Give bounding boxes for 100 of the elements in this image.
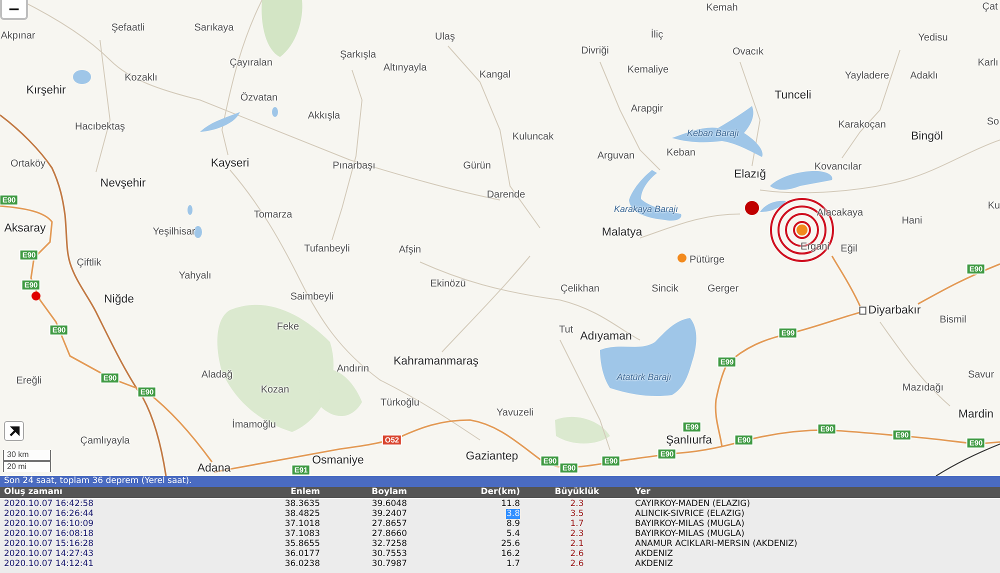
lake	[194, 226, 202, 238]
place-label: Feke	[276, 322, 300, 332]
place-label: Şanlıurfa	[666, 434, 712, 448]
place-label: Ekinözü	[430, 278, 466, 290]
table-cell: 36.0238	[284, 559, 320, 569]
place-label: So	[986, 116, 1000, 128]
event-time-link[interactable]: 2020.10.07 14:27:43	[4, 549, 94, 559]
table-cell: 5.4	[506, 529, 520, 539]
table-cell: AKDENIZ	[635, 549, 673, 559]
place-label: Kozaklı	[124, 72, 158, 84]
place-label: Çayıralan	[230, 58, 272, 68]
table-cell: 38.3635	[284, 499, 320, 509]
place-label: Pınarbaşı	[332, 160, 376, 172]
place-label: Adaklı	[910, 70, 938, 82]
place-label: Aladağ	[201, 370, 233, 380]
expand-button[interactable]	[4, 421, 24, 441]
place-label: Ulaş	[435, 32, 455, 42]
place-label: Karakoçan	[838, 120, 886, 130]
table-cell: 1.7	[506, 559, 520, 569]
table-cell: 3.5	[570, 509, 584, 519]
place-label: Kırşehir	[26, 84, 66, 98]
table-cell: 36.0177	[284, 549, 320, 559]
event-time-link[interactable]: 2020.10.07 14:12:41	[4, 559, 94, 569]
event-time-link[interactable]: 2020.10.07 15:16:28	[4, 539, 94, 549]
scale-bar: 20 mi	[3, 461, 51, 472]
table-cell: 25.6	[501, 539, 520, 549]
place-label: Gürün	[463, 160, 491, 172]
place-label: Elazığ	[734, 168, 766, 182]
place-label: Niğde	[104, 294, 134, 306]
summary-bar: Son 24 saat, toplam 36 deprem (Yerel saat).	[0, 476, 1000, 487]
place-label: Mardin	[958, 408, 994, 422]
place-label: Şefaatli	[111, 22, 145, 34]
place-label: Altınyayla	[383, 62, 427, 74]
lake	[200, 112, 240, 132]
place-label: Savur	[968, 370, 994, 380]
table-cell: ANAMUR ACIKLARI-MERSIN (AKDENIZ)	[635, 539, 798, 549]
place-label: Hacıbektaş	[74, 122, 126, 132]
place-label: Türkoğlu	[380, 398, 420, 408]
earthquake-dot-icon[interactable]	[32, 292, 40, 300]
reservoir-label: Atatürk Barajı	[616, 373, 672, 383]
place-label: Yayladere	[844, 70, 890, 82]
column-header[interactable]: Boylam	[372, 487, 407, 497]
table-cell: 37.1018	[284, 519, 320, 529]
place-label: Aksaray	[4, 222, 46, 236]
table-cell: 37.1083	[284, 529, 320, 539]
place-label: Adıyaman	[580, 330, 632, 344]
table-cell: 32.7258	[372, 539, 407, 549]
place-label: Eğil	[840, 244, 858, 254]
place-label: Kayseri	[210, 158, 250, 170]
place-label: Saimbeyli	[290, 292, 334, 302]
forest-area	[262, 0, 302, 57]
place-label: Yeşilhisar	[152, 226, 196, 238]
diagonal-arrow-icon	[8, 426, 20, 436]
place-label: Adana	[197, 462, 231, 476]
table-cell: 3.8	[506, 509, 520, 519]
table-cell: 35.8655	[284, 539, 320, 549]
table-cell: 30.7553	[372, 549, 407, 559]
earthquake-dot-icon[interactable]	[745, 201, 759, 215]
table-cell: 27.8657	[372, 519, 407, 529]
event-time-link[interactable]: 2020.10.07 16:42:58	[4, 499, 94, 509]
zoom-out-button[interactable]: −	[0, 0, 28, 20]
table-cell: AKDENIZ	[635, 559, 673, 569]
city-marker-icon	[859, 307, 866, 315]
place-label: İliç	[650, 30, 664, 40]
table-cell: 1.7	[570, 519, 584, 529]
column-header[interactable]: Oluş zamanı	[4, 487, 62, 497]
scale-bar: 30 km	[3, 450, 51, 461]
place-label: Çelikhan	[560, 284, 600, 294]
place-label: Ovacık	[732, 46, 764, 58]
column-header[interactable]: Der(km)	[480, 487, 520, 497]
earthquake-dot-icon[interactable]	[796, 224, 808, 236]
place-label: Tufanbeyli	[304, 244, 350, 254]
table-cell: 2.1	[570, 539, 584, 549]
lake	[272, 107, 278, 117]
place-label: Bismil	[940, 314, 966, 326]
table-cell: 30.7987	[372, 559, 407, 569]
lake	[188, 205, 192, 215]
place-label: Hani	[902, 216, 922, 226]
place-label: Gaziantep	[466, 450, 518, 464]
table-cell: 2.6	[570, 549, 584, 559]
place-label: Mazıdağı	[902, 382, 944, 394]
place-label: Özvatan	[240, 92, 278, 104]
lake	[73, 70, 91, 84]
column-header[interactable]: Yer	[635, 487, 650, 497]
table-cell: 39.2407	[372, 509, 407, 519]
table-cell: 16.2	[501, 549, 520, 559]
place-label: Darende	[486, 190, 526, 200]
table-cell: 27.8660	[372, 529, 407, 539]
event-time-link[interactable]: 2020.10.07 16:26:44	[4, 509, 94, 519]
event-time-link[interactable]: 2020.10.07 16:10:09	[4, 519, 94, 529]
place-label: Keban	[666, 148, 696, 158]
column-header[interactable]: Büyüklük	[554, 487, 600, 497]
table-cell: 38.4825	[284, 509, 320, 519]
place-label: Sarıkaya	[194, 22, 234, 34]
place-label: Yavuzeli	[496, 408, 534, 418]
earthquake-dot-icon[interactable]	[678, 254, 686, 262]
column-header[interactable]: Enlem	[290, 487, 320, 497]
event-time-link[interactable]: 2020.10.07 16:08:18	[4, 529, 94, 539]
forest-area	[555, 416, 610, 444]
place-label: Arapgir	[630, 104, 664, 114]
